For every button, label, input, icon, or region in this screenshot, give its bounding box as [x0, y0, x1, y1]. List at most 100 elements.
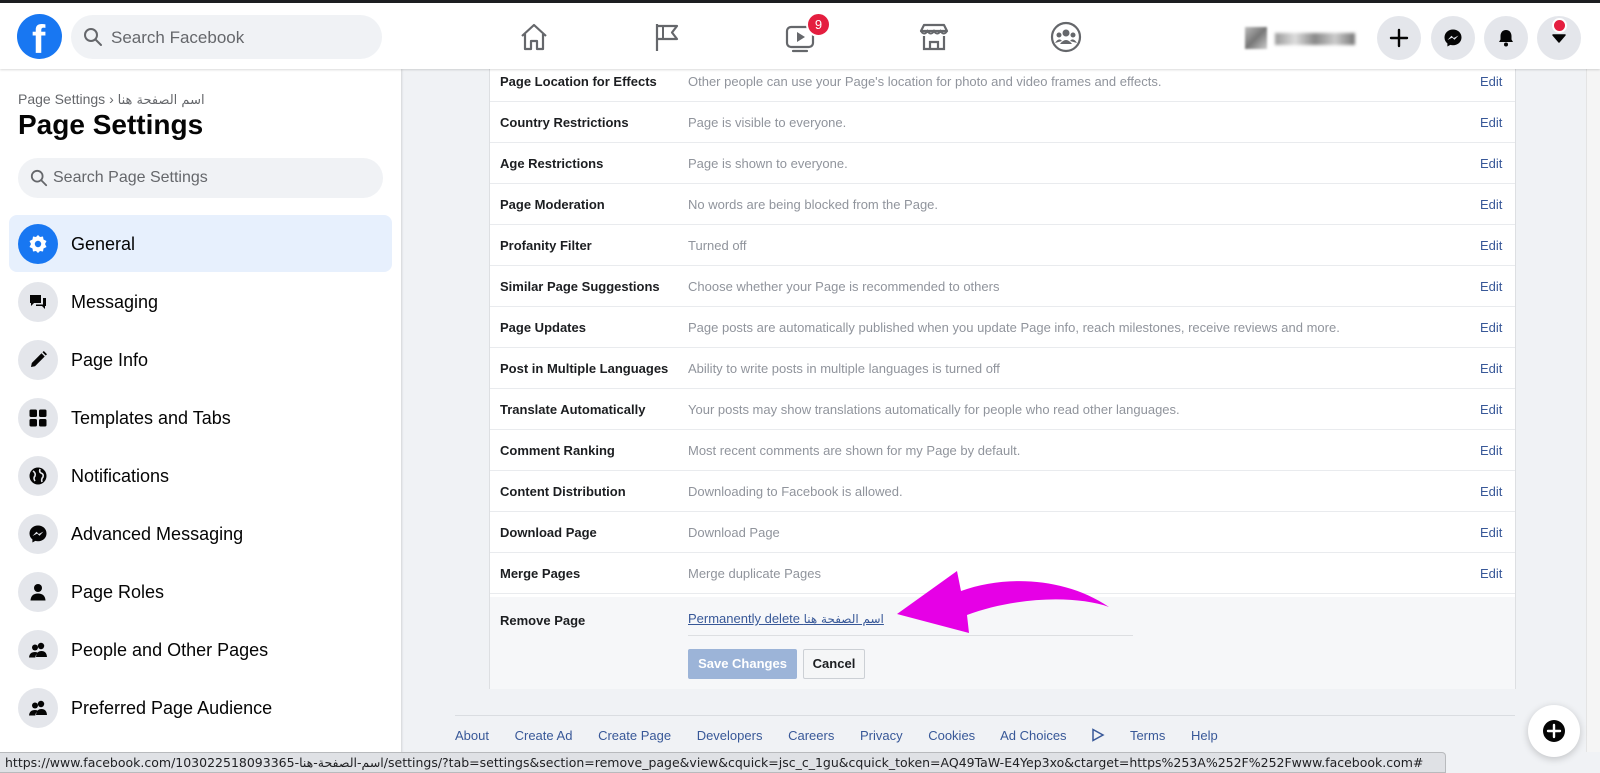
page-title: Page Settings: [18, 109, 204, 140]
settings-row-post-in-multiple-languages: Post in Multiple Languages Ability to wr…: [490, 348, 1515, 389]
sidebar-item-advanced-messaging[interactable]: Advanced Messaging: [9, 505, 392, 562]
page-scrollbar[interactable]: [1586, 69, 1600, 752]
sidebar-item-people-and-other-pages[interactable]: People and Other Pages: [9, 621, 392, 678]
edit-link[interactable]: Edit: [1480, 115, 1502, 130]
breadcrumb-separator: ›: [109, 91, 114, 107]
edit-link[interactable]: Edit: [1480, 279, 1502, 294]
footer-link-label: Ad Choices: [1000, 728, 1067, 743]
edit-link[interactable]: Edit: [1480, 74, 1502, 89]
settings-row-content-distribution: Content Distribution Downloading to Face…: [490, 471, 1515, 512]
breadcrumb-page[interactable]: اسم الصفحة هنا: [118, 93, 205, 108]
top-navigation-bar: f Search Facebook 9: [0, 0, 1600, 69]
people-icon: [18, 630, 58, 670]
profile-shortcut-blurred[interactable]: [1245, 27, 1360, 49]
gear-icon: [18, 224, 58, 264]
settings-row-value: Merge duplicate Pages: [688, 566, 821, 581]
footer-link-developers[interactable]: Developers: [697, 728, 763, 743]
messenger-button[interactable]: [1431, 16, 1475, 60]
sidebar-item-label: Preferred Page Audience: [71, 698, 273, 718]
settings-row-label: Merge Pages: [500, 566, 581, 581]
sidebar-item-page-roles[interactable]: Page Roles: [9, 563, 392, 620]
edit-link[interactable]: Edit: [1480, 566, 1502, 581]
settings-row-label: Page Updates: [500, 320, 586, 335]
footer-link-cookies[interactable]: Cookies: [928, 728, 975, 743]
settings-row-value: Ability to write posts in multiple langu…: [688, 361, 1000, 376]
footer-link-terms[interactable]: Terms: [1130, 728, 1165, 743]
settings-row-profanity-filter: Profanity Filter Turned off Edit: [490, 225, 1515, 266]
search-placeholder: Search Facebook: [111, 28, 245, 47]
footer-link-ad-choices[interactable]: Ad Choices: [1000, 728, 1105, 743]
footer-link-help[interactable]: Help: [1191, 728, 1218, 743]
edit-link[interactable]: Edit: [1480, 197, 1502, 212]
settings-search-placeholder: Search Page Settings: [53, 169, 208, 186]
breadcrumb-root[interactable]: Page Settings: [18, 91, 105, 107]
sidebar-item-label: Notifications: [71, 466, 170, 486]
cancel-button[interactable]: Cancel: [803, 649, 865, 679]
profile-name-blurred: [1275, 33, 1355, 45]
home-icon[interactable]: [514, 17, 554, 57]
messenger-icon: [1444, 29, 1462, 47]
magenta-annotation-arrow: [897, 571, 1109, 633]
settings-row-value: Page posts are automatically published w…: [688, 320, 1340, 335]
settings-row-country-restrictions: Country Restrictions Page is visible to …: [490, 102, 1515, 143]
footer-link-privacy[interactable]: Privacy: [860, 728, 903, 743]
permanently-delete-link[interactable]: Permanently delete اسم الصفحة هنا: [688, 611, 884, 626]
settings-row-value: No words are being blocked from the Page…: [688, 197, 939, 212]
settings-row-label: Page Location for Effects: [500, 74, 657, 89]
sidebar-item-label: Page Roles: [71, 582, 165, 602]
sidebar-item-messaging[interactable]: Messaging: [9, 273, 392, 330]
breadcrumb: Page Settings › اسم الصفحة هنا: [18, 91, 205, 108]
create-plus-icon: [1389, 28, 1409, 48]
settings-row-value: Turned off: [688, 238, 747, 253]
sidebar-item-label: Templates and Tabs: [71, 408, 231, 428]
settings-row-value: Choose whether your Page is recommended …: [688, 279, 1000, 294]
sidebar-item-preferred-page-audience[interactable]: Preferred Page Audience: [9, 679, 392, 736]
footer-link-create-ad[interactable]: Create Ad: [515, 728, 573, 743]
footer-link-careers[interactable]: Careers: [788, 728, 834, 743]
settings-row-label: Similar Page Suggestions: [500, 279, 660, 294]
edit-link[interactable]: Edit: [1480, 484, 1502, 499]
settings-row-value: Page is visible to everyone.: [688, 115, 847, 130]
settings-row-label: Content Distribution: [500, 484, 626, 499]
edit-link[interactable]: Edit: [1480, 320, 1502, 335]
new-message-button[interactable]: [1528, 705, 1580, 757]
footer-link-about[interactable]: About: [455, 728, 489, 743]
groups-icon[interactable]: [1046, 17, 1086, 57]
facebook-search-input[interactable]: Search Facebook: [71, 15, 382, 59]
edit-link[interactable]: Edit: [1480, 443, 1502, 458]
edit-link[interactable]: Edit: [1480, 525, 1502, 540]
search-icon: [83, 27, 103, 52]
pages-flag-icon[interactable]: [647, 17, 687, 57]
sidebar-item-label: People and Other Pages: [71, 640, 269, 660]
facebook-logo[interactable]: f: [17, 14, 62, 62]
globe-icon: [18, 456, 58, 496]
settings-search-input[interactable]: Search Page Settings: [18, 158, 383, 198]
marketplace-icon[interactable]: [914, 17, 954, 57]
sidebar-item-notifications[interactable]: Notifications: [9, 447, 392, 504]
settings-row-comment-ranking: Comment Ranking Most recent comments are…: [490, 430, 1515, 471]
search-icon: [30, 169, 48, 192]
footer-links: About Create Ad Create Page Developers C…: [455, 728, 1240, 743]
people-icon: [18, 688, 58, 728]
save-changes-button[interactable]: Save Changes: [688, 649, 797, 679]
sidebar-item-general[interactable]: General: [9, 215, 392, 272]
sidebar-item-templates-and-tabs[interactable]: Templates and Tabs: [9, 389, 392, 446]
notifications-button[interactable]: [1484, 16, 1528, 60]
edit-link[interactable]: Edit: [1480, 361, 1502, 376]
chat-bubbles-icon: [18, 282, 58, 322]
settings-row-value: Downloading to Facebook is allowed.: [688, 484, 903, 499]
edit-link[interactable]: Edit: [1480, 238, 1502, 253]
sidebar-item-page-info[interactable]: Page Info: [9, 331, 392, 388]
footer-link-create-page[interactable]: Create Page: [598, 728, 671, 743]
grid-icon: [18, 398, 58, 438]
edit-link[interactable]: Edit: [1480, 402, 1502, 417]
person-icon: [18, 572, 58, 612]
browser-status-url: https://www.facebook.com/103022518093365…: [0, 752, 1446, 773]
settings-row-page-updates: Page Updates Page posts are automaticall…: [490, 307, 1515, 348]
account-alert-dot: [1552, 18, 1567, 33]
create-button[interactable]: [1377, 16, 1421, 60]
settings-row-download-page: Download Page Download Page Edit: [490, 512, 1515, 553]
edit-link[interactable]: Edit: [1480, 156, 1502, 171]
settings-sidebar: Page Settings › اسم الصفحة هنا Page Sett…: [0, 69, 401, 773]
delete-link-page-name: اسم الصفحة هنا: [803, 612, 884, 626]
